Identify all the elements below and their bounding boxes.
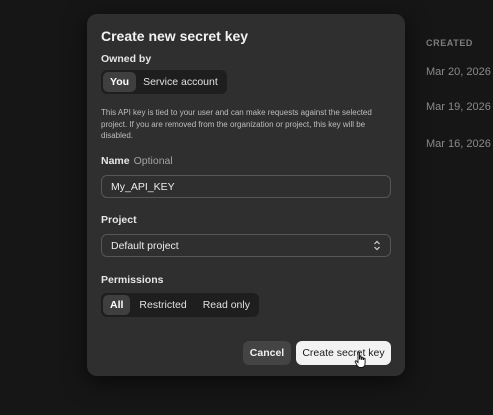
owned-by-segmented-control: You Service account (101, 70, 227, 94)
cancel-button[interactable]: Cancel (243, 341, 291, 365)
owned-by-option-service-account[interactable]: Service account (136, 72, 225, 92)
project-select-value: Default project (111, 239, 179, 252)
name-label: Name Optional (101, 155, 173, 167)
page-background: CREATED Mar 20, 2026 Mar 19, 2026 Mar 16… (0, 0, 493, 415)
up-down-chevron-icon (373, 240, 381, 251)
project-label: Project (101, 214, 137, 226)
create-secret-key-dialog: Create new secret key Owned by You Servi… (87, 14, 405, 376)
permissions-option-read-only[interactable]: Read only (196, 295, 257, 315)
project-select[interactable]: Default project (101, 234, 391, 257)
created-column-header: CREATED (426, 38, 474, 48)
owned-by-option-you[interactable]: You (103, 72, 137, 92)
permissions-option-all[interactable]: All (103, 295, 131, 315)
created-date: Mar 19, 2026 (426, 101, 491, 113)
hand-cursor-icon (354, 351, 366, 368)
dialog-title: Create new secret key (101, 28, 249, 44)
created-date: Mar 16, 2026 (426, 138, 491, 150)
name-input-value: My_API_KEY (111, 180, 175, 193)
api-key-description: This API key is tied to your user and ca… (101, 108, 372, 140)
permissions-segmented-control: All Restricted Read only (101, 293, 259, 317)
permissions-option-restricted[interactable]: Restricted (130, 295, 195, 315)
permissions-label: Permissions (101, 274, 164, 286)
create-secret-key-button[interactable]: Create secret key (296, 341, 391, 365)
optional-hint: Optional (133, 155, 173, 167)
owned-by-label: Owned by (101, 53, 152, 65)
name-label-text: Name (101, 155, 130, 167)
created-date: Mar 20, 2026 (426, 66, 491, 78)
name-input[interactable]: My_API_KEY (101, 175, 391, 198)
